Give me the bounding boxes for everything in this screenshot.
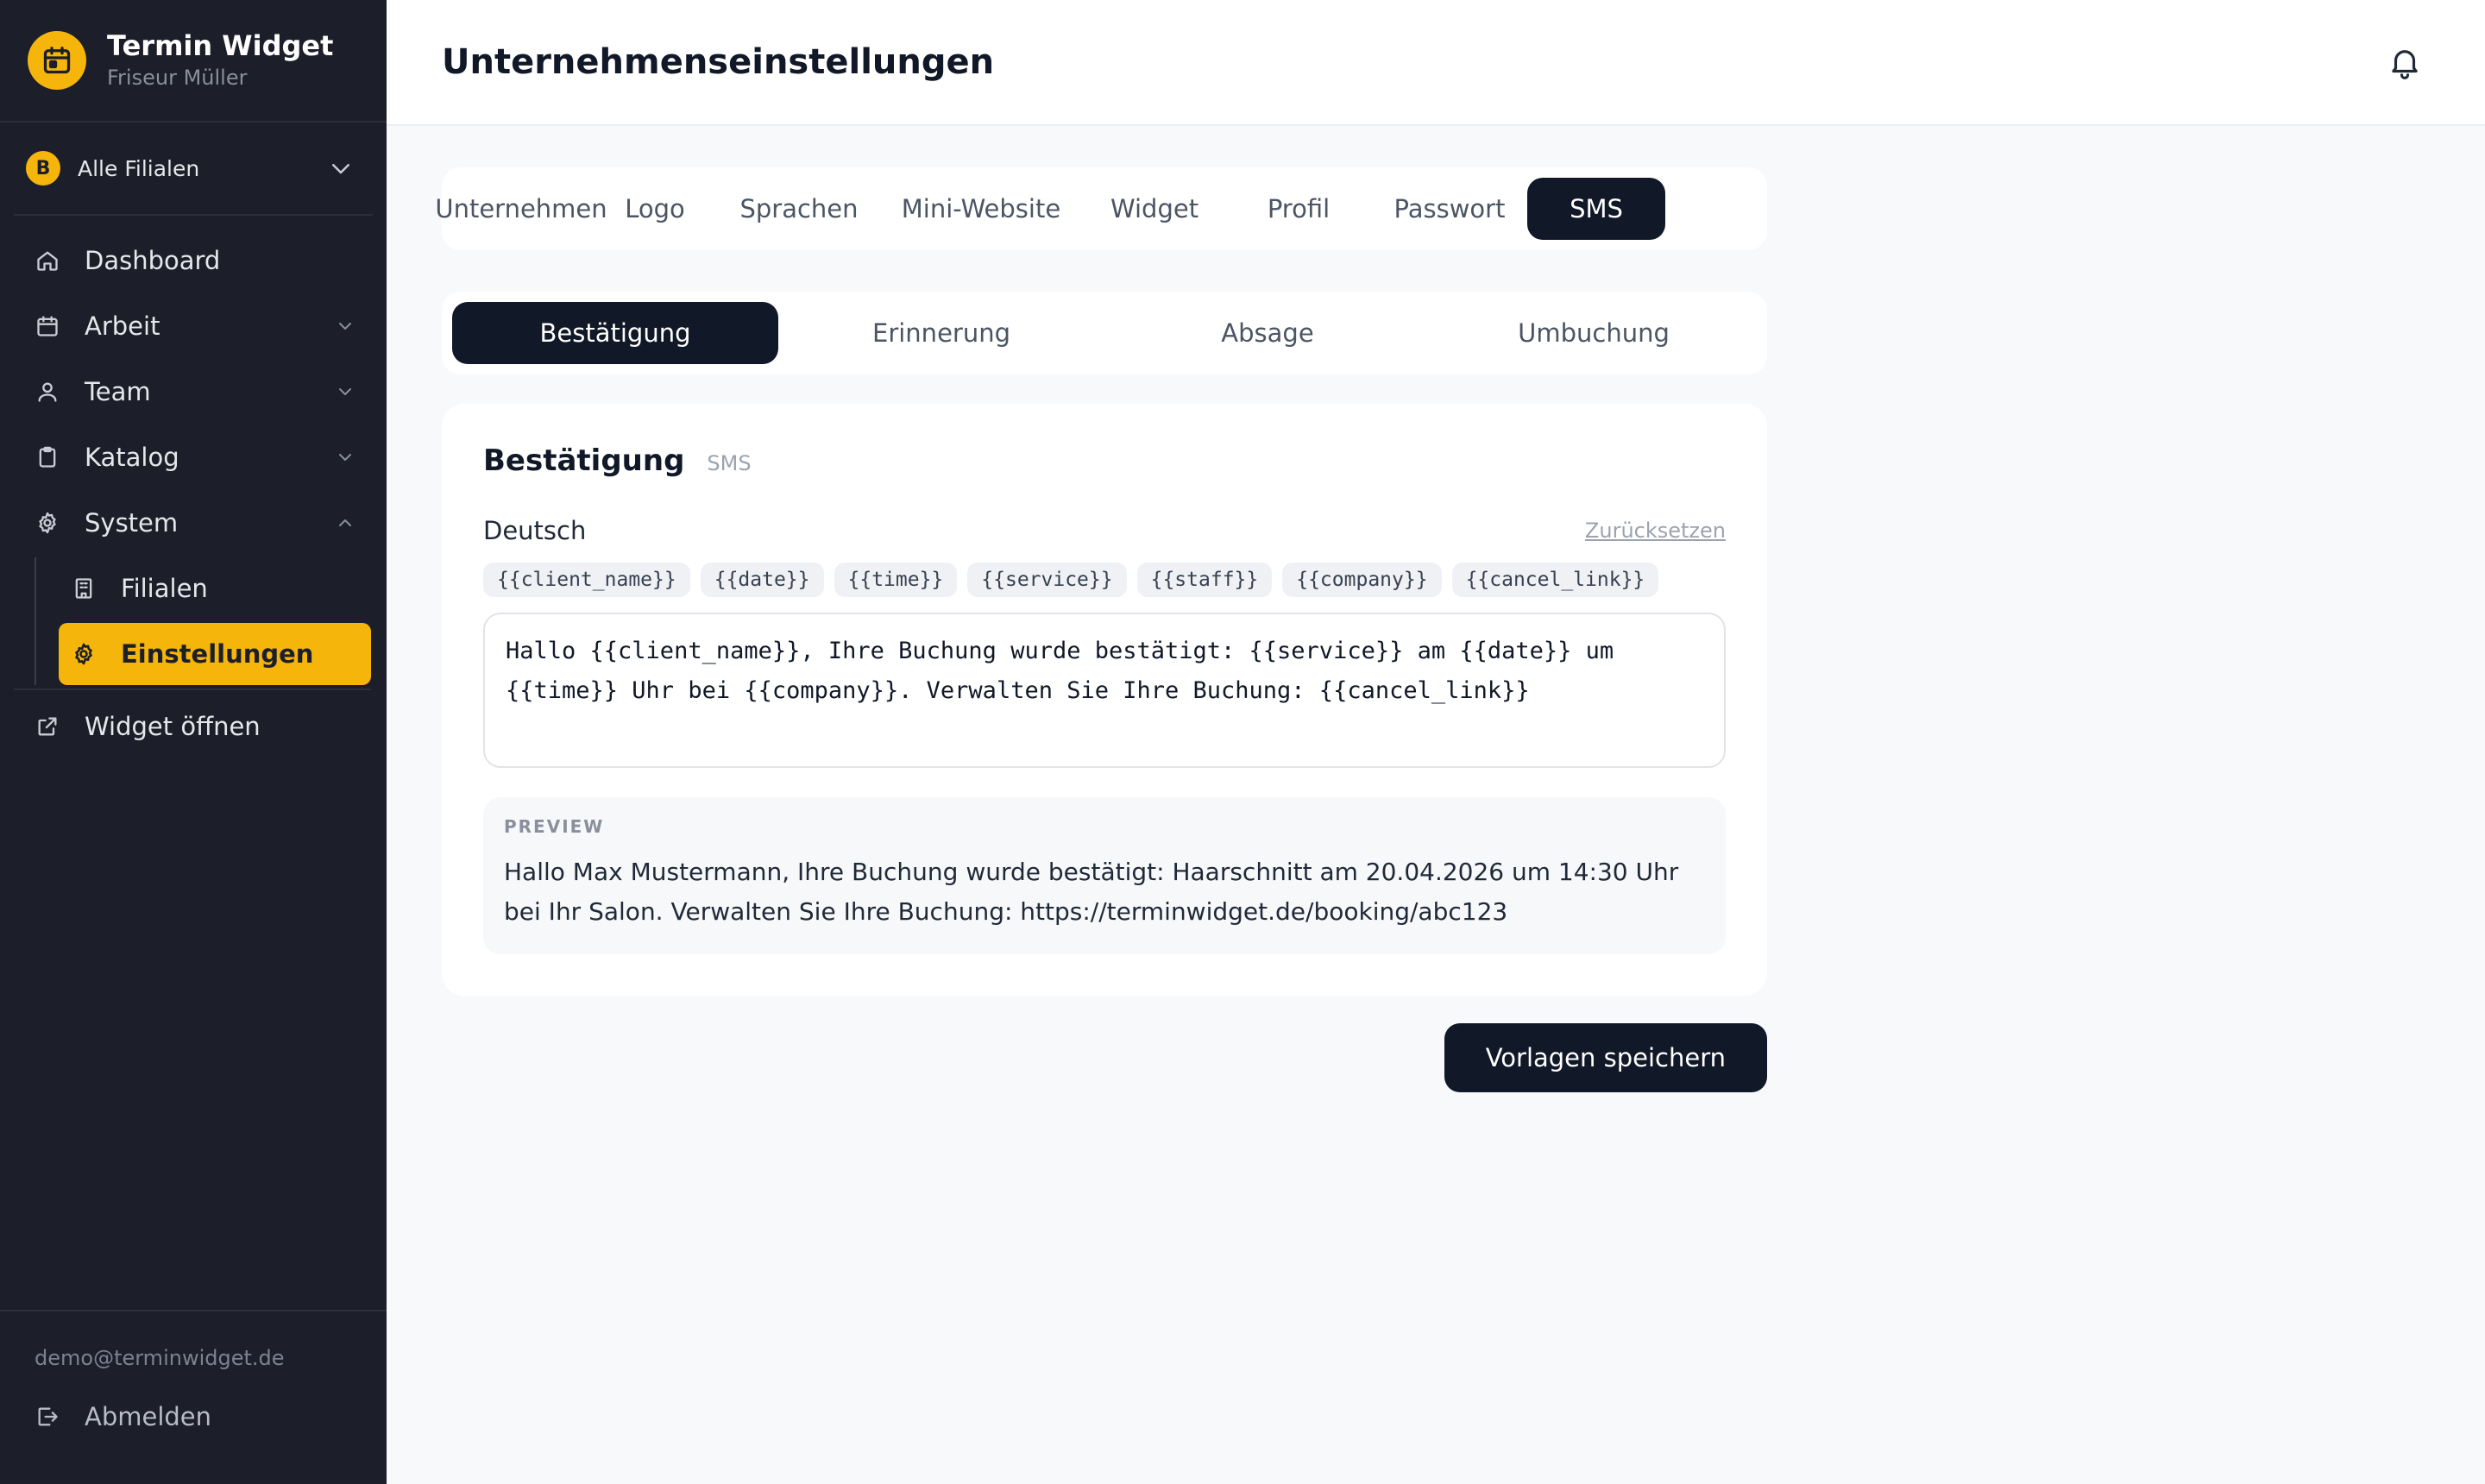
calendar-icon	[35, 313, 60, 339]
tab-sprachen[interactable]: Sprachen	[720, 178, 878, 240]
placeholder-chip[interactable]: {{company}}	[1282, 563, 1442, 597]
subtab-erinnerung[interactable]: Erinnerung	[778, 302, 1104, 364]
brand-subtitle: Friseur Müller	[107, 66, 248, 90]
chevron-down-icon	[332, 164, 349, 174]
placeholder-chip[interactable]: {{staff}}	[1136, 563, 1273, 597]
tab-sms[interactable]: SMS	[1527, 178, 1665, 240]
sidebar-item-system[interactable]: System	[22, 492, 371, 554]
building-icon	[71, 575, 97, 601]
clipboard-icon	[35, 444, 60, 470]
main-area: Unternehmenseinstellungen Unternehmen Lo…	[387, 0, 2485, 1484]
user-icon	[35, 379, 60, 405]
placeholder-chip[interactable]: {{date}}	[700, 563, 824, 597]
sidebar-nav: Dashboard Arbeit Team Katalog System Fil…	[0, 216, 387, 758]
channel-tag: SMS	[707, 451, 752, 475]
chevron-down-icon	[339, 454, 351, 461]
card-title: Bestätigung	[483, 443, 685, 478]
chevron-down-icon	[339, 323, 351, 330]
sidebar-item-label: Katalog	[85, 443, 179, 472]
tab-passwort[interactable]: Passwort	[1372, 178, 1527, 240]
settings-tabs: Unternehmen Logo Sprachen Mini-Website W…	[435, 167, 1767, 250]
preview-box: PREVIEW Hallo Max Mustermann, Ihre Buchu…	[483, 797, 1726, 954]
placeholder-chip[interactable]: {{cancel_link}}	[1451, 563, 1659, 597]
reset-link[interactable]: Zurücksetzen	[1585, 519, 1726, 543]
sidebar-item-label: Filialen	[121, 574, 208, 603]
placeholder-chip[interactable]: {{service}}	[967, 563, 1127, 597]
sms-type-tabs: Bestätigung Erinnerung Absage Umbuchung	[442, 292, 1767, 374]
subtab-absage[interactable]: Absage	[1104, 302, 1431, 364]
subtab-umbuchung[interactable]: Umbuchung	[1431, 302, 1757, 364]
sidebar-item-label: Einstellungen	[121, 639, 314, 669]
external-link-icon	[35, 714, 60, 739]
gear-icon	[71, 641, 97, 667]
placeholder-chip[interactable]: {{client_name}}	[483, 563, 690, 597]
branch-selector[interactable]: B Alle Filialen	[14, 123, 373, 216]
template-textarea[interactable]: Hallo {{client_name}}, Ihre Buchung wurd…	[483, 613, 1726, 768]
system-subnav: Filialen Einstellungen	[35, 557, 387, 685]
sidebar-item-label: Team	[85, 377, 151, 406]
sidebar-item-filialen[interactable]: Filialen	[59, 557, 371, 619]
sidebar-item-katalog[interactable]: Katalog	[22, 426, 371, 488]
brand-header: Termin Widget Friseur Müller	[0, 0, 387, 123]
tab-widget[interactable]: Widget	[1084, 178, 1225, 240]
sidebar-item-dashboard[interactable]: Dashboard	[22, 230, 371, 292]
gear-icon	[35, 510, 60, 536]
sidebar-item-label: System	[85, 508, 179, 538]
user-email: demo@terminwidget.de	[35, 1346, 285, 1370]
save-templates-button[interactable]: Vorlagen speichern	[1444, 1023, 1767, 1092]
sidebar-item-label: Widget öffnen	[85, 712, 261, 741]
sidebar: Termin Widget Friseur Müller B Alle Fili…	[0, 0, 387, 1484]
language-label: Deutsch	[483, 516, 587, 545]
tab-logo[interactable]: Logo	[590, 178, 720, 240]
sidebar-item-label: Arbeit	[85, 311, 160, 341]
home-icon	[35, 248, 60, 274]
nav-divider	[14, 689, 371, 690]
chevron-down-icon	[339, 388, 351, 395]
sidebar-item-einstellungen[interactable]: Einstellungen	[59, 623, 371, 685]
brand-title: Termin Widget	[107, 29, 334, 62]
app-root: Termin Widget Friseur Müller B Alle Fili…	[0, 0, 2485, 1484]
tab-unternehmen[interactable]: Unternehmen	[435, 178, 607, 240]
page-title: Unternehmenseinstellungen	[442, 42, 995, 82]
tab-profil[interactable]: Profil	[1225, 178, 1372, 240]
sidebar-item-arbeit[interactable]: Arbeit	[22, 295, 371, 357]
sidebar-footer: demo@terminwidget.de Abmelden	[0, 1310, 387, 1484]
tab-mini-website[interactable]: Mini-Website	[878, 178, 1084, 240]
chevron-up-icon	[339, 519, 351, 526]
logout-icon	[35, 1404, 60, 1430]
placeholder-chip[interactable]: {{time}}	[834, 563, 958, 597]
preview-label: PREVIEW	[504, 816, 605, 837]
placeholder-chips: {{client_name}} {{date}} {{time}} {{serv…	[483, 563, 1726, 597]
sidebar-item-team[interactable]: Team	[22, 361, 371, 423]
branch-badge: B	[26, 151, 60, 186]
sidebar-item-widget-open[interactable]: Widget öffnen	[22, 695, 371, 758]
bell-icon[interactable]	[2385, 42, 2425, 82]
topbar: Unternehmenseinstellungen	[387, 0, 2485, 126]
branch-label: Alle Filialen	[78, 155, 200, 181]
logout-label: Abmelden	[85, 1402, 212, 1431]
logout-button[interactable]: Abmelden	[22, 1386, 371, 1448]
subtab-bestaetigung[interactable]: Bestätigung	[452, 302, 778, 364]
template-card: Bestätigung SMS Deutsch Zurücksetzen {{c…	[442, 404, 1767, 996]
sidebar-item-label: Dashboard	[85, 246, 221, 275]
calendar-icon	[28, 31, 86, 90]
actions: Vorlagen speichern	[442, 1023, 1767, 1092]
content: Unternehmen Logo Sprachen Mini-Website W…	[387, 126, 1767, 1092]
preview-text: Hallo Max Mustermann, Ihre Buchung wurde…	[504, 858, 1679, 926]
